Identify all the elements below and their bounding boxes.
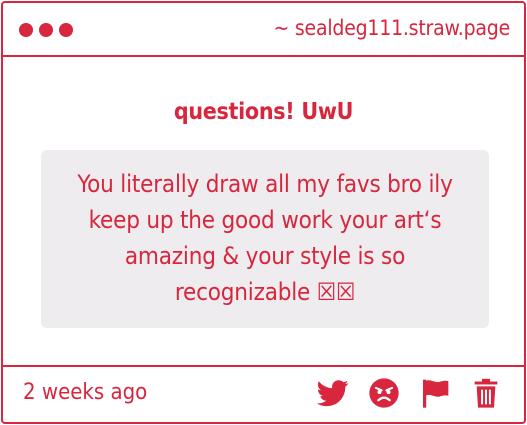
message-line: recognizable ☒☒ [174, 278, 356, 306]
window-titlebar: ~ sealdeg111.straw.page [3, 3, 524, 57]
window-dot-1 [19, 23, 33, 37]
window-controls [19, 23, 73, 37]
message-text: You literally draw all my favs bro ily k… [53, 166, 477, 310]
window-dot-3 [59, 23, 73, 37]
message-box: You literally draw all my favs bro ily k… [41, 150, 489, 328]
message-line: keep up the good work your art‘s [88, 206, 442, 234]
action-bar [317, 377, 502, 409]
question-card: ~ sealdeg111.straw.page questions! UwU Y… [1, 1, 526, 424]
angry-face-icon[interactable] [368, 377, 400, 409]
card-footer: 2 weeks ago [3, 365, 524, 422]
twitter-icon[interactable] [317, 377, 349, 409]
message-line: You literally draw all my favs bro ily [77, 170, 453, 198]
site-address: ~ sealdeg111.straw.page [273, 16, 510, 40]
timestamp: 2 weeks ago [23, 380, 148, 405]
page-title: questions! UwU [173, 99, 354, 125]
message-line: amazing & your style is so [124, 242, 406, 270]
window-dot-2 [39, 23, 53, 37]
trash-icon[interactable] [470, 377, 502, 409]
flag-icon[interactable] [419, 377, 451, 409]
